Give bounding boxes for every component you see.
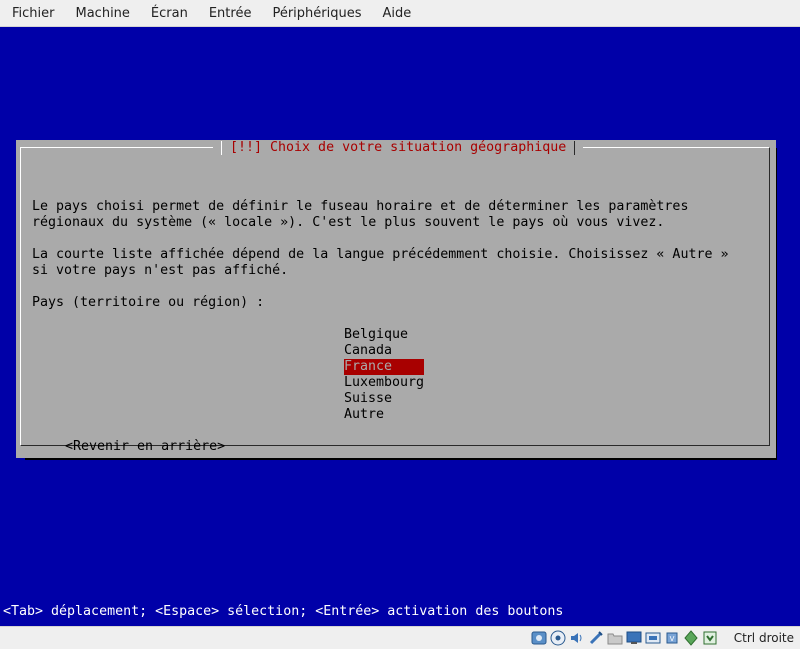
country-list[interactable]: Belgique Canada France Luxembourg Suisse… bbox=[344, 327, 424, 423]
country-option-canada[interactable]: Canada bbox=[344, 343, 424, 359]
menu-ecran[interactable]: Écran bbox=[140, 0, 198, 27]
back-button[interactable]: <Revenir en arrière> bbox=[65, 439, 225, 455]
menu-peripheriques[interactable]: Périphériques bbox=[261, 0, 371, 27]
video-capture-icon[interactable] bbox=[645, 630, 661, 646]
description-paragraph-2: La courte liste affichée dépend de la la… bbox=[32, 247, 729, 278]
country-option-luxembourg[interactable]: Luxembourg bbox=[344, 375, 424, 391]
guest-screen: [!!] Choix de votre situation géographiq… bbox=[0, 27, 800, 626]
host-key-label: Ctrl droite bbox=[733, 631, 794, 645]
audio-icon[interactable] bbox=[569, 630, 585, 646]
dialog-title: [!!] Choix de votre situation géographiq… bbox=[230, 140, 567, 155]
menu-entree[interactable]: Entrée bbox=[198, 0, 262, 27]
dialog-title-wrap: [!!] Choix de votre situation géographiq… bbox=[213, 140, 584, 156]
description-paragraph-1: Le pays choisi permet de définir le fuse… bbox=[32, 199, 689, 230]
network-icon[interactable] bbox=[683, 630, 699, 646]
host-menubar: Fichier Machine Écran Entrée Périphériqu… bbox=[0, 0, 800, 27]
country-option-belgique[interactable]: Belgique bbox=[344, 327, 424, 343]
status-indicators: V bbox=[531, 630, 718, 646]
cd-icon[interactable] bbox=[550, 630, 566, 646]
title-divider-left bbox=[221, 141, 222, 155]
menu-machine[interactable]: Machine bbox=[65, 0, 140, 27]
optical-drive-icon[interactable] bbox=[531, 630, 547, 646]
mouse-integration-icon[interactable] bbox=[702, 630, 718, 646]
title-divider-right bbox=[574, 141, 576, 155]
country-option-france[interactable]: France bbox=[344, 359, 424, 375]
shared-folder-icon[interactable] bbox=[607, 630, 623, 646]
keyboard-help-line: <Tab> déplacement; <Espace> sélection; <… bbox=[3, 604, 564, 619]
cpu-icon[interactable]: V bbox=[664, 630, 680, 646]
country-prompt: Pays (territoire ou région) : bbox=[32, 295, 265, 310]
location-dialog: [!!] Choix de votre situation géographiq… bbox=[16, 140, 776, 458]
svg-text:V: V bbox=[670, 635, 675, 643]
display-icon[interactable] bbox=[626, 630, 642, 646]
usb-icon[interactable] bbox=[588, 630, 604, 646]
country-option-suisse[interactable]: Suisse bbox=[344, 391, 424, 407]
host-statusbar: V Ctrl droite bbox=[0, 626, 800, 649]
menu-aide[interactable]: Aide bbox=[372, 0, 422, 27]
country-option-autre[interactable]: Autre bbox=[344, 407, 424, 423]
menu-fichier[interactable]: Fichier bbox=[0, 0, 65, 27]
